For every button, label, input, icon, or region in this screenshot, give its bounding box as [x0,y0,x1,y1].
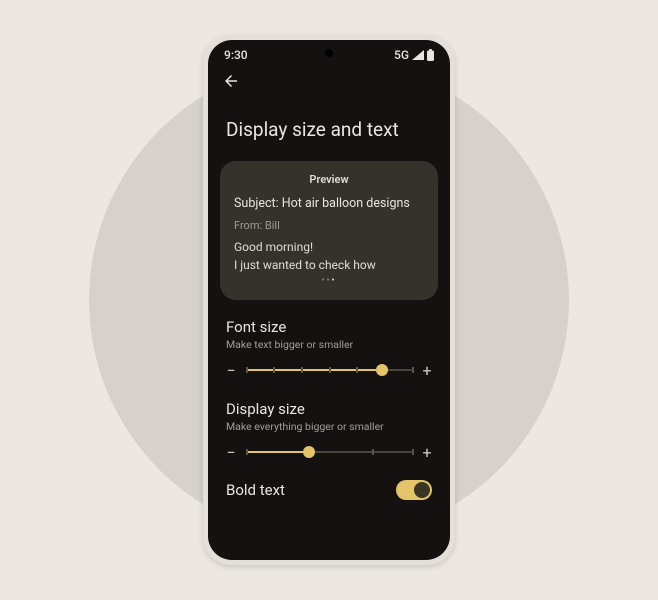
font-size-section: Font size Make text bigger or smaller [208,308,450,353]
slider-tick [246,449,248,455]
status-right: 5G [394,48,434,62]
arrow-back-icon [222,72,240,90]
display-size-slider[interactable] [246,451,412,453]
display-increase-button[interactable]: + [420,443,434,462]
display-size-title: Display size [226,400,432,418]
preview-subject: Subject: Hot air balloon designs [234,196,424,213]
phone-frame: 9:30 5G Display size and text Preview Su… [203,35,455,565]
preview-pagination[interactable]: ••• [234,276,424,286]
slider-tick [412,449,414,455]
font-increase-button[interactable]: + [420,361,434,380]
bold-text-row: Bold text [208,472,450,500]
signal-icon [412,50,424,60]
font-size-title: Font size [226,318,432,336]
preview-card: Preview Subject: Hot air balloon designs… [220,161,438,300]
slider-tick [356,367,358,373]
status-time: 9:30 [224,48,248,62]
preview-label: Preview [234,173,424,186]
display-decrease-button[interactable]: − [224,443,238,462]
display-size-sub: Make everything bigger or smaller [226,420,432,433]
camera-punch-hole [325,49,333,57]
slider-thumb[interactable] [376,364,388,376]
toggle-knob [414,482,430,498]
slider-track-fill [246,369,382,371]
slider-thumb[interactable] [303,446,315,458]
font-size-slider-row: − + [208,353,450,390]
bold-text-toggle[interactable] [396,480,432,500]
slider-tick [329,367,331,373]
font-size-sub: Make text bigger or smaller [226,338,432,351]
preview-body-line2: I just wanted to check how [234,258,424,272]
back-button[interactable] [208,66,450,94]
page-title: Display size and text [208,94,450,155]
preview-body-line1: Good morning! [234,240,424,254]
preview-from: From: Bill [234,219,424,232]
phone-screen: 9:30 5G Display size and text Preview Su… [208,40,450,560]
slider-tick [301,367,303,373]
bold-text-label: Bold text [226,481,285,499]
slider-tick [412,367,414,373]
font-decrease-button[interactable]: − [224,361,238,380]
network-label: 5G [394,48,409,62]
battery-icon [427,49,434,61]
slider-tick [273,367,275,373]
font-size-slider[interactable] [246,369,412,371]
slider-tick [372,449,374,455]
slider-track-fill [246,451,309,453]
slider-tick [246,367,248,373]
display-size-slider-row: − + [208,435,450,472]
display-size-section: Display size Make everything bigger or s… [208,390,450,435]
